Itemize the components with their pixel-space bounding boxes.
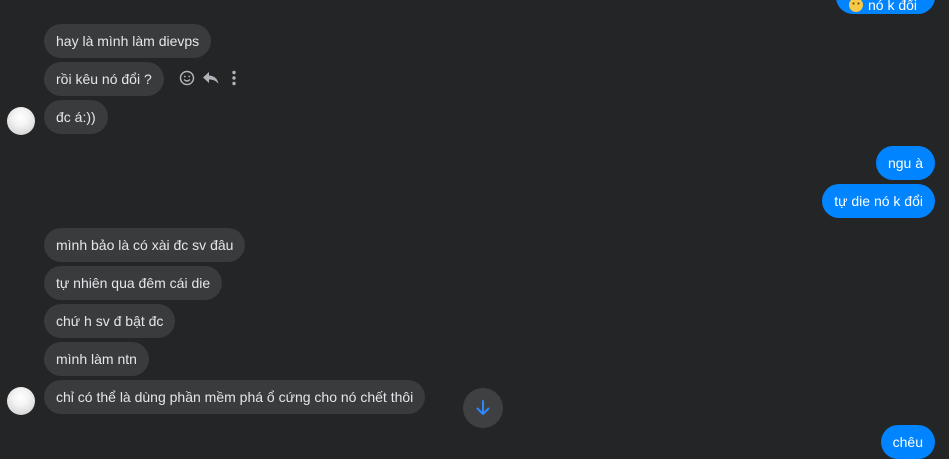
message-bubble-incoming[interactable]: rồi kêu nó đổi ? (44, 62, 164, 96)
smiley-icon[interactable] (179, 70, 195, 86)
message-text: nó k đổi (868, 0, 918, 13)
message-bubble-outgoing[interactable]: ngu à (875, 146, 935, 180)
scroll-to-bottom-button[interactable] (463, 388, 503, 428)
message-bubble-incoming[interactable]: chỉ có thể là dùng phần mềm phá ổ cứng c… (44, 380, 426, 414)
arrow-down-icon (476, 400, 490, 415)
message-bubble-incoming[interactable]: hay là mình làm dievps (44, 24, 212, 58)
avatar[interactable] (7, 387, 35, 415)
avatar[interactable] (7, 107, 35, 135)
more-vertical-icon[interactable] (231, 70, 237, 86)
message-bubble-incoming[interactable]: mình bảo là có xài đc sv đâu (44, 228, 246, 262)
message-bubble-incoming[interactable]: chứ h sv đ bật đc (44, 304, 176, 338)
message-bubble-incoming[interactable]: đc á:)) (44, 100, 108, 134)
message-bubble-outgoing[interactable]: tự die nó k đổi (822, 184, 935, 218)
message-bubble-incoming[interactable]: mình làm ntn (44, 342, 149, 376)
message-bubble-incoming[interactable]: tự nhiên qua đêm cái die (44, 266, 223, 300)
reply-arrow-icon[interactable] (202, 70, 220, 86)
message-bubble-outgoing[interactable]: chêu (880, 425, 935, 459)
message-bubble-outgoing-partial[interactable]: nó k đổi (836, 0, 935, 14)
emoji-face-icon (849, 0, 863, 12)
